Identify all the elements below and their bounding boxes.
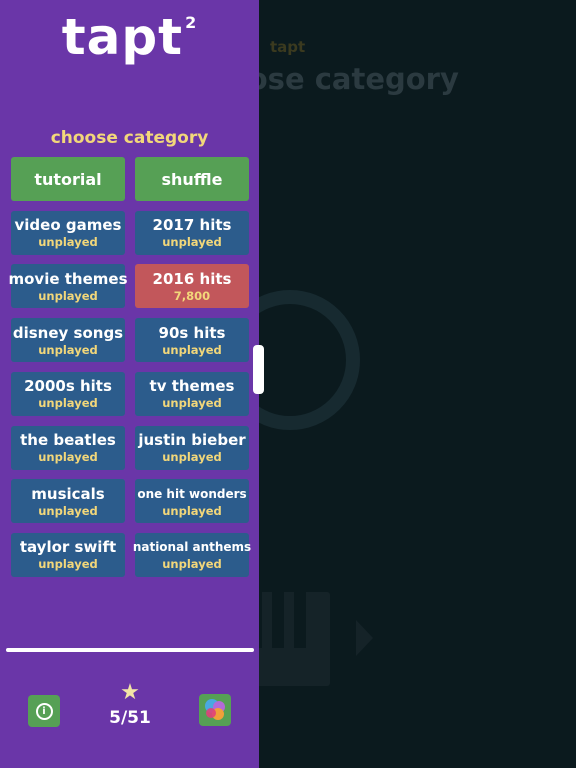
category-name: video games: [14, 216, 122, 235]
stars-progress: 5/51: [109, 708, 151, 728]
category-shuffle[interactable]: shuffle: [135, 157, 249, 201]
category-name: one hit wonders: [137, 486, 247, 501]
category-name: musicals: [31, 484, 105, 503]
category-name: justin bieber: [138, 431, 246, 449]
game-screen: tapt choose category tapt 2 choose catego…: [0, 0, 576, 768]
drawer-handle[interactable]: [253, 345, 264, 394]
category-2000s-hits[interactable]: 2000s hits unplayed: [11, 371, 125, 416]
category-status: unplayed: [38, 557, 98, 572]
category-status: unplayed: [162, 503, 222, 518]
category-status: unplayed: [38, 235, 98, 250]
category-status: unplayed: [162, 396, 222, 411]
category-drawer: tapt 2 choose category tutorial shuffle v…: [0, 0, 259, 768]
category-one-hit-wonders[interactable]: one hit wonders unplayed: [135, 479, 249, 524]
category-tutorial[interactable]: tutorial: [11, 157, 125, 201]
category-name: 90s hits: [158, 323, 226, 342]
category-name: 2000s hits: [24, 377, 112, 396]
star-icon: ★: [120, 680, 140, 705]
category-name: 2016 hits: [152, 269, 232, 288]
category-name: tv themes: [149, 377, 235, 396]
category-status: unplayed: [38, 450, 98, 464]
info-icon: i: [35, 702, 53, 720]
category-name: tutorial: [34, 169, 102, 189]
footer-divider: [6, 648, 254, 652]
category-name: shuffle: [161, 169, 223, 189]
category-justin-bieber[interactable]: justin bieber unplayed: [135, 425, 249, 470]
category-status: unplayed: [38, 503, 98, 518]
category-the-beatles[interactable]: the beatles unplayed: [11, 425, 125, 470]
game-center-icon: [205, 699, 225, 720]
category-status: unplayed: [162, 235, 222, 250]
category-2017-hits[interactable]: 2017 hits unplayed: [135, 210, 249, 255]
category-2016-hits[interactable]: 2016 hits 7,800: [135, 264, 249, 309]
category-90s-hits[interactable]: 90s hits unplayed: [135, 318, 249, 363]
app-logo: tapt 2: [61, 8, 198, 66]
category-name: 2017 hits: [152, 216, 232, 235]
category-name: national anthems: [132, 540, 252, 555]
category-name: movie themes: [8, 269, 128, 288]
category-status: unplayed: [38, 288, 98, 303]
play-icon: [356, 620, 373, 656]
category-status: unplayed: [38, 396, 98, 411]
category-status: unplayed: [162, 557, 222, 572]
category-video-games[interactable]: video games unplayed: [11, 210, 125, 255]
choose-category-heading: choose category: [50, 128, 209, 148]
category-status: unplayed: [162, 450, 222, 464]
background-app-name: tapt: [270, 38, 306, 56]
category-national-anthems[interactable]: national anthems unplayed: [132, 532, 252, 577]
category-status: unplayed: [38, 342, 98, 357]
category-musicals[interactable]: musicals unplayed: [11, 479, 125, 524]
info-button[interactable]: i: [28, 695, 60, 727]
category-name: the beatles: [20, 431, 116, 449]
category-status: unplayed: [162, 342, 222, 357]
category-movie-themes[interactable]: movie themes unplayed: [8, 264, 128, 309]
category-tv-themes[interactable]: tv themes unplayed: [135, 371, 249, 416]
game-center-button[interactable]: [199, 694, 231, 726]
category-score: 7,800: [173, 288, 211, 303]
category-taylor-swift[interactable]: taylor swift unplayed: [11, 532, 125, 577]
category-disney-songs[interactable]: disney songs unplayed: [11, 318, 125, 363]
category-name: taylor swift: [19, 538, 117, 557]
category-name: disney songs: [12, 323, 124, 342]
